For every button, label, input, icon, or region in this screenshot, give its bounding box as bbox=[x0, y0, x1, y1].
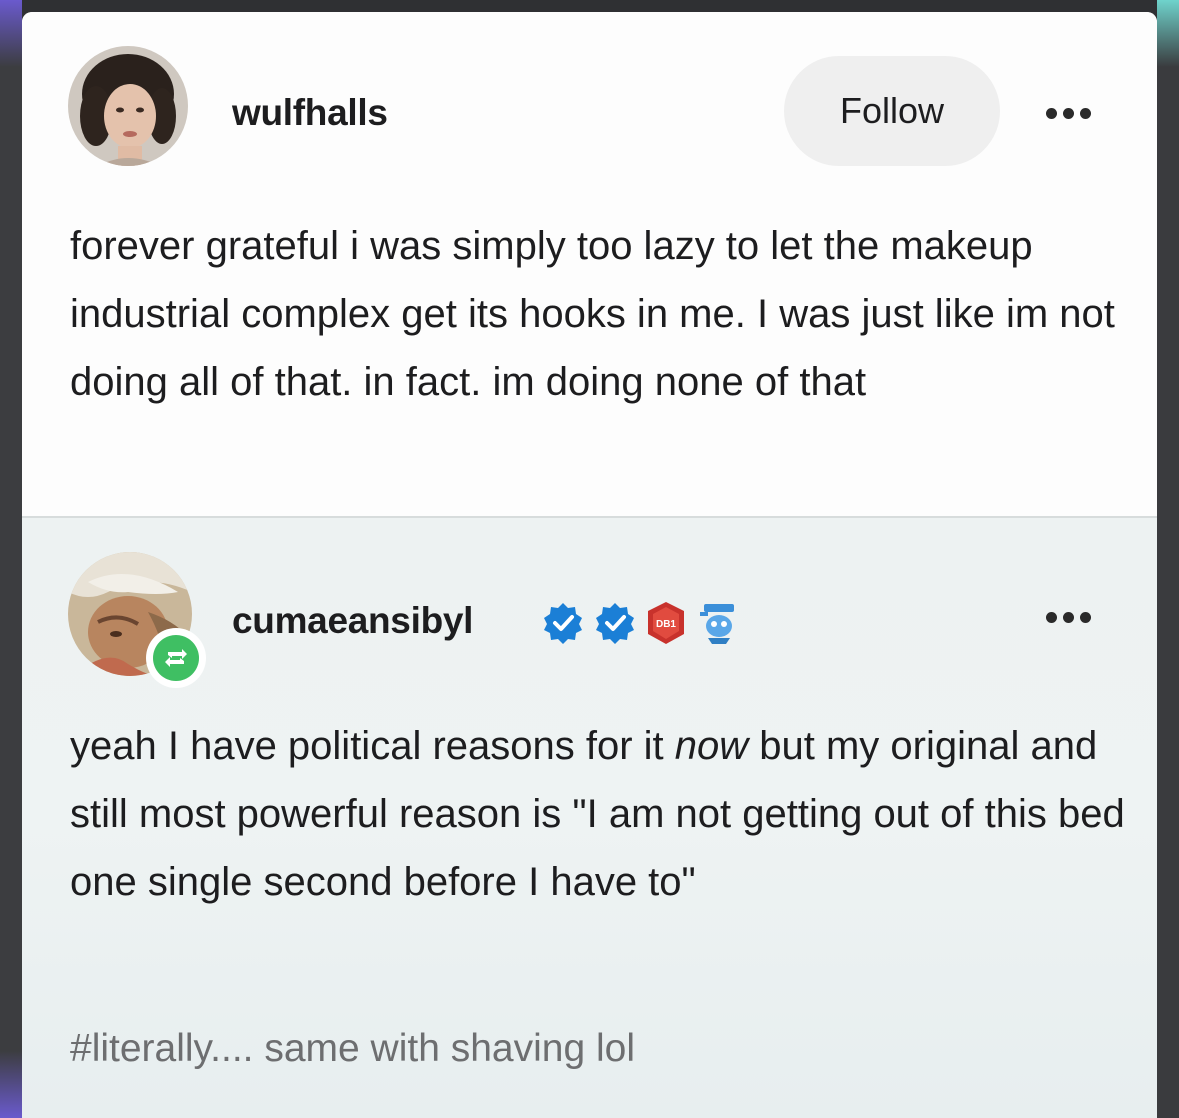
reblog-icon bbox=[146, 628, 206, 688]
red-shield-badge-icon[interactable]: DB1 bbox=[644, 600, 688, 646]
post-tags[interactable]: #literally.... same with shaving lol bbox=[70, 1027, 635, 1071]
right-edge-decoration bbox=[1157, 0, 1179, 1118]
reblog-text-before: yeah I have political reasons for it bbox=[70, 724, 675, 768]
avatar[interactable] bbox=[68, 46, 188, 166]
more-options-icon[interactable] bbox=[1046, 108, 1091, 119]
verified-check-icon[interactable] bbox=[540, 600, 586, 646]
post-body: forever grateful i was simply too lazy t… bbox=[70, 224, 1115, 404]
user-badges: DB1 bbox=[540, 598, 744, 648]
reblog-text-emphasis: now bbox=[674, 724, 749, 768]
follow-button[interactable]: Follow bbox=[784, 56, 1000, 166]
badge-label: DB1 bbox=[656, 619, 676, 630]
original-post: wulfhalls Follow forever grateful i was … bbox=[22, 12, 1157, 516]
more-options-icon[interactable] bbox=[1046, 612, 1091, 623]
blue-mascot-badge-icon[interactable] bbox=[694, 598, 744, 648]
reblog-body: yeah I have political reasons for it now… bbox=[70, 712, 1130, 916]
post-card: wulfhalls Follow forever grateful i was … bbox=[22, 12, 1157, 1118]
verified-check-icon[interactable] bbox=[592, 600, 638, 646]
reblog-username[interactable]: cumaeansibyl bbox=[232, 600, 473, 642]
screenshot-frame: wulfhalls Follow forever grateful i was … bbox=[0, 0, 1179, 1118]
left-edge-decoration bbox=[0, 0, 22, 1118]
username[interactable]: wulfhalls bbox=[232, 92, 388, 134]
